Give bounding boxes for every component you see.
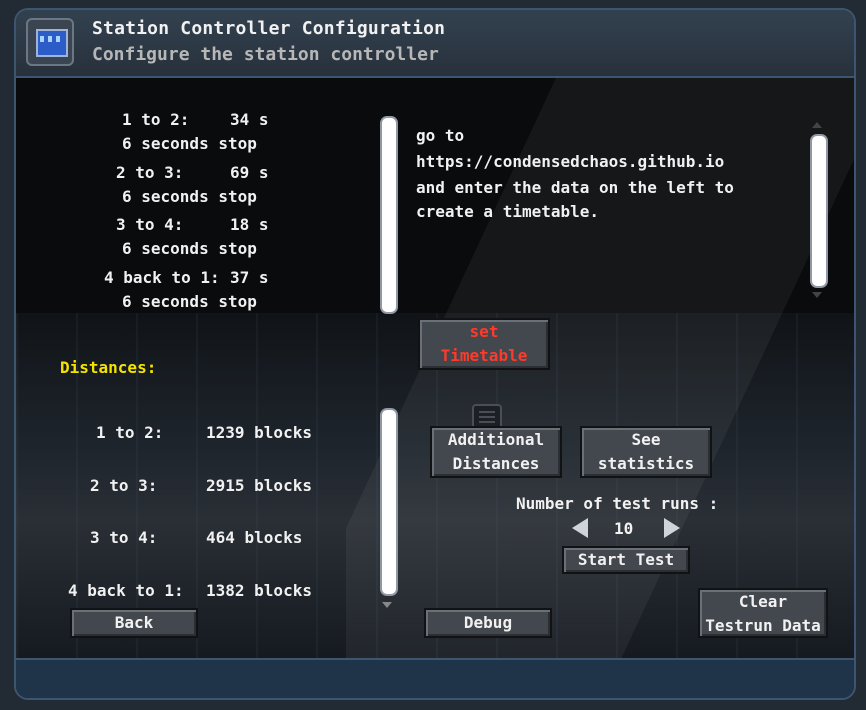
- timetable-leg: 1 to 2:: [122, 110, 190, 129]
- start-test-button[interactable]: Start Test: [562, 546, 690, 574]
- distance-value: 464 blocks: [206, 528, 303, 547]
- decrease-icon[interactable]: [572, 518, 588, 538]
- timetable-time: 69 s: [230, 163, 269, 182]
- clear-testrun-data-button[interactable]: Clear Testrun Data: [698, 588, 828, 638]
- timetable-time: 34 s: [230, 110, 269, 129]
- info-line: and enter the data on the left to: [416, 178, 734, 197]
- see-statistics-button[interactable]: See statistics: [580, 426, 712, 478]
- scroll-up-icon[interactable]: [812, 122, 822, 128]
- distances-heading: Distances:: [60, 358, 157, 377]
- info-line: go to: [416, 126, 465, 145]
- config-window: Station Controller Configuration Configu…: [14, 8, 856, 700]
- test-runs-label: Number of test runs :: [516, 494, 719, 513]
- distance-value: 2915 blocks: [206, 476, 312, 495]
- timetable-scrollbar[interactable]: [380, 116, 398, 314]
- timetable-leg: 3 to 4:: [116, 215, 184, 234]
- title-bar: Station Controller Configuration Configu…: [16, 10, 854, 78]
- timetable-stop: 6 seconds stop: [122, 292, 257, 311]
- test-runs-value: 10: [614, 519, 634, 538]
- info-scrollbar[interactable]: [810, 134, 828, 288]
- timetable-leg: 2 to 3:: [116, 163, 184, 182]
- distance-leg: 3 to 4:: [90, 528, 158, 547]
- debug-button[interactable]: Debug: [424, 608, 552, 638]
- timetable-stop: 6 seconds stop: [122, 134, 257, 153]
- scroll-down-icon[interactable]: [382, 602, 392, 608]
- distance-leg: 4 back to 1:: [68, 581, 184, 600]
- timetable-stop: 6 seconds stop: [122, 187, 257, 206]
- timetable-time: 37 s: [230, 268, 269, 287]
- timetable-time: 18 s: [230, 215, 269, 234]
- window-footer: [16, 658, 854, 698]
- increase-icon[interactable]: [664, 518, 680, 538]
- info-line: create a timetable.: [416, 202, 600, 221]
- distance-value: 1239 blocks: [206, 423, 312, 442]
- additional-distances-button[interactable]: Additional Distances: [430, 426, 562, 478]
- window-title: Station Controller Configuration: [92, 18, 446, 39]
- set-timetable-button[interactable]: set Timetable: [418, 318, 550, 370]
- content-area: 1 to 2: 34 s 6 seconds stop 2 to 3: 69 s…: [16, 78, 854, 678]
- scroll-down-icon[interactable]: [812, 292, 822, 298]
- distance-value: 1382 blocks: [206, 581, 312, 600]
- info-line: https://condensedchaos.github.io: [416, 152, 725, 171]
- distance-leg: 1 to 2:: [96, 423, 164, 442]
- timetable-leg: 4 back to 1:: [104, 268, 220, 287]
- distances-scrollbar[interactable]: [380, 408, 398, 596]
- distance-leg: 2 to 3:: [90, 476, 158, 495]
- timetable-stop: 6 seconds stop: [122, 239, 257, 258]
- back-button[interactable]: Back: [70, 608, 198, 638]
- monitor-icon: [26, 18, 74, 66]
- window-subtitle: Configure the station controller: [92, 44, 439, 65]
